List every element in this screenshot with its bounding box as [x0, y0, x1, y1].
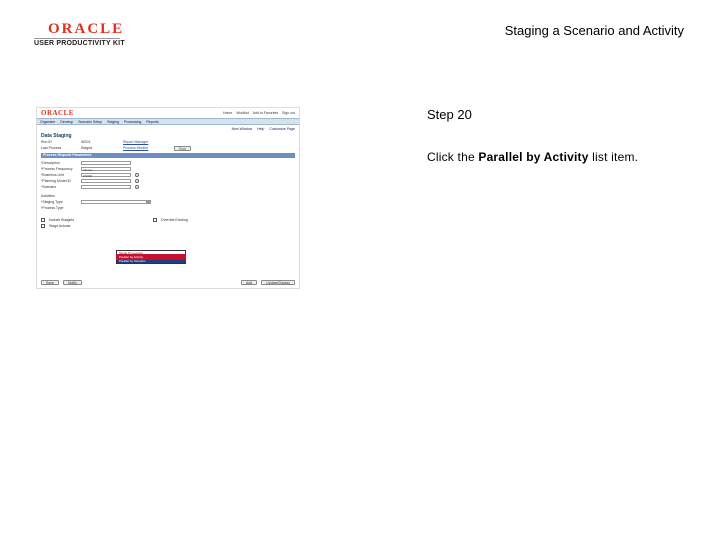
ps-section-header: Process Request Parameters [41, 153, 295, 158]
instruction-suffix: list item. [588, 150, 639, 164]
ps-checkbox-row: Stage Actuals [37, 223, 299, 229]
ps-checkbox-label: Include Budgets [49, 218, 75, 222]
instruction-target: Parallel by Activity [478, 150, 589, 164]
ps-link-signout[interactable]: Sign out [282, 111, 295, 115]
lookup-icon[interactable] [135, 173, 139, 177]
ps-row: Last Process Staged Process Monitor Run [37, 145, 299, 151]
ps-add-button[interactable]: Add [241, 280, 258, 285]
ps-business-unit-input[interactable]: US003 [81, 172, 131, 178]
ps-update-display-button[interactable]: Update/Display [261, 280, 295, 285]
ps-nav-item[interactable]: Develop [60, 120, 73, 124]
ps-field-row: *Process Type [37, 205, 299, 211]
oracle-upk-logo: ORACLE USER PRODUCTIVITY KIT [34, 22, 134, 48]
ps-frequency-select[interactable]: Always [81, 166, 131, 172]
ps-link-favorites[interactable]: Add to Favorites [253, 111, 278, 115]
ps-label: Last Process [41, 146, 62, 150]
ps-scenario-input[interactable] [81, 184, 131, 190]
ps-field-label: *Planning Model ID [41, 179, 71, 183]
ps-field-label: *Description [41, 161, 60, 165]
embedded-screenshot: ORACLE Home Worklist Add to Favorites Si… [36, 107, 300, 289]
ps-top-links: Home Worklist Add to Favorites Sign out [223, 111, 295, 115]
ps-model-input[interactable] [81, 178, 131, 184]
ps-nav-item[interactable]: Processing [124, 120, 141, 124]
ps-field-label: *Business Unit [41, 173, 64, 177]
ps-help-link[interactable]: Help [257, 127, 264, 131]
upk-wordmark: USER PRODUCTIVITY KIT [34, 40, 125, 47]
ps-nav-item[interactable]: Reports [146, 120, 158, 124]
logo-divider [34, 38, 120, 39]
ps-staging-type-select[interactable] [81, 199, 151, 205]
lookup-icon[interactable] [135, 179, 139, 183]
ps-link-home[interactable]: Home [223, 111, 232, 115]
ps-value: Staged [81, 146, 93, 150]
ps-customize-link[interactable]: Customize Page [269, 127, 295, 131]
ps-activities-label: Activities [41, 194, 55, 198]
ps-header: ORACLE Home Worklist Add to Favorites Si… [37, 108, 299, 118]
ps-run-button[interactable]: Run [174, 145, 191, 151]
ps-label: Run ID [41, 140, 52, 144]
ps-field-label: *Process Frequency [41, 167, 73, 171]
ps-logo: ORACLE [41, 109, 74, 117]
ps-nav-item[interactable]: Staging [107, 120, 119, 124]
ps-nav-bar: Organizer Develop Scenario Setup Staging… [37, 118, 299, 125]
ps-field-label: *Process Type [41, 206, 64, 210]
lookup-icon[interactable] [135, 185, 139, 189]
ps-checkbox[interactable] [41, 218, 45, 222]
ps-util-links: New Window Help Customize Page [37, 125, 299, 133]
ps-nav-item[interactable]: Organizer [40, 120, 55, 124]
oracle-wordmark: ORACLE [48, 21, 125, 37]
ps-footer: Save Notify Add Update/Display [37, 279, 299, 286]
ps-field-row: *Scenario [37, 184, 299, 190]
slide-title: Staging a Scenario and Activity [504, 23, 684, 38]
ps-checkbox-label: Stage Actuals [49, 224, 71, 228]
ps-description-input[interactable] [81, 160, 131, 166]
ps-process-monitor-link[interactable]: Process Monitor [123, 146, 148, 150]
ps-notify-button[interactable]: Notify [62, 280, 82, 285]
ps-report-manager-link[interactable]: Report Manager [123, 140, 148, 144]
ps-link-worklist[interactable]: Worklist [236, 111, 248, 115]
step-instruction: Click the Parallel by Activity list item… [427, 150, 638, 164]
dropdown-item-parallel-by-scenario[interactable]: Parallel by Scenario [117, 259, 185, 263]
ps-save-button[interactable]: Save [41, 280, 59, 285]
ps-checkbox[interactable] [153, 218, 157, 222]
ps-value: WS01 [81, 140, 91, 144]
step-number: Step 20 [427, 107, 472, 122]
ps-checkbox[interactable] [41, 224, 45, 228]
ps-checkbox-label: Override Existing [161, 218, 188, 222]
ps-nav-item[interactable]: Scenario Setup [78, 120, 102, 124]
ps-field-label: *Scenario [41, 185, 57, 189]
instruction-prefix: Click the [427, 150, 479, 164]
ps-new-window-link[interactable]: New Window [232, 127, 252, 131]
ps-field-label: *Staging Type [41, 200, 63, 204]
process-type-dropdown[interactable]: Single Processing Parallel by Activity P… [116, 250, 186, 264]
